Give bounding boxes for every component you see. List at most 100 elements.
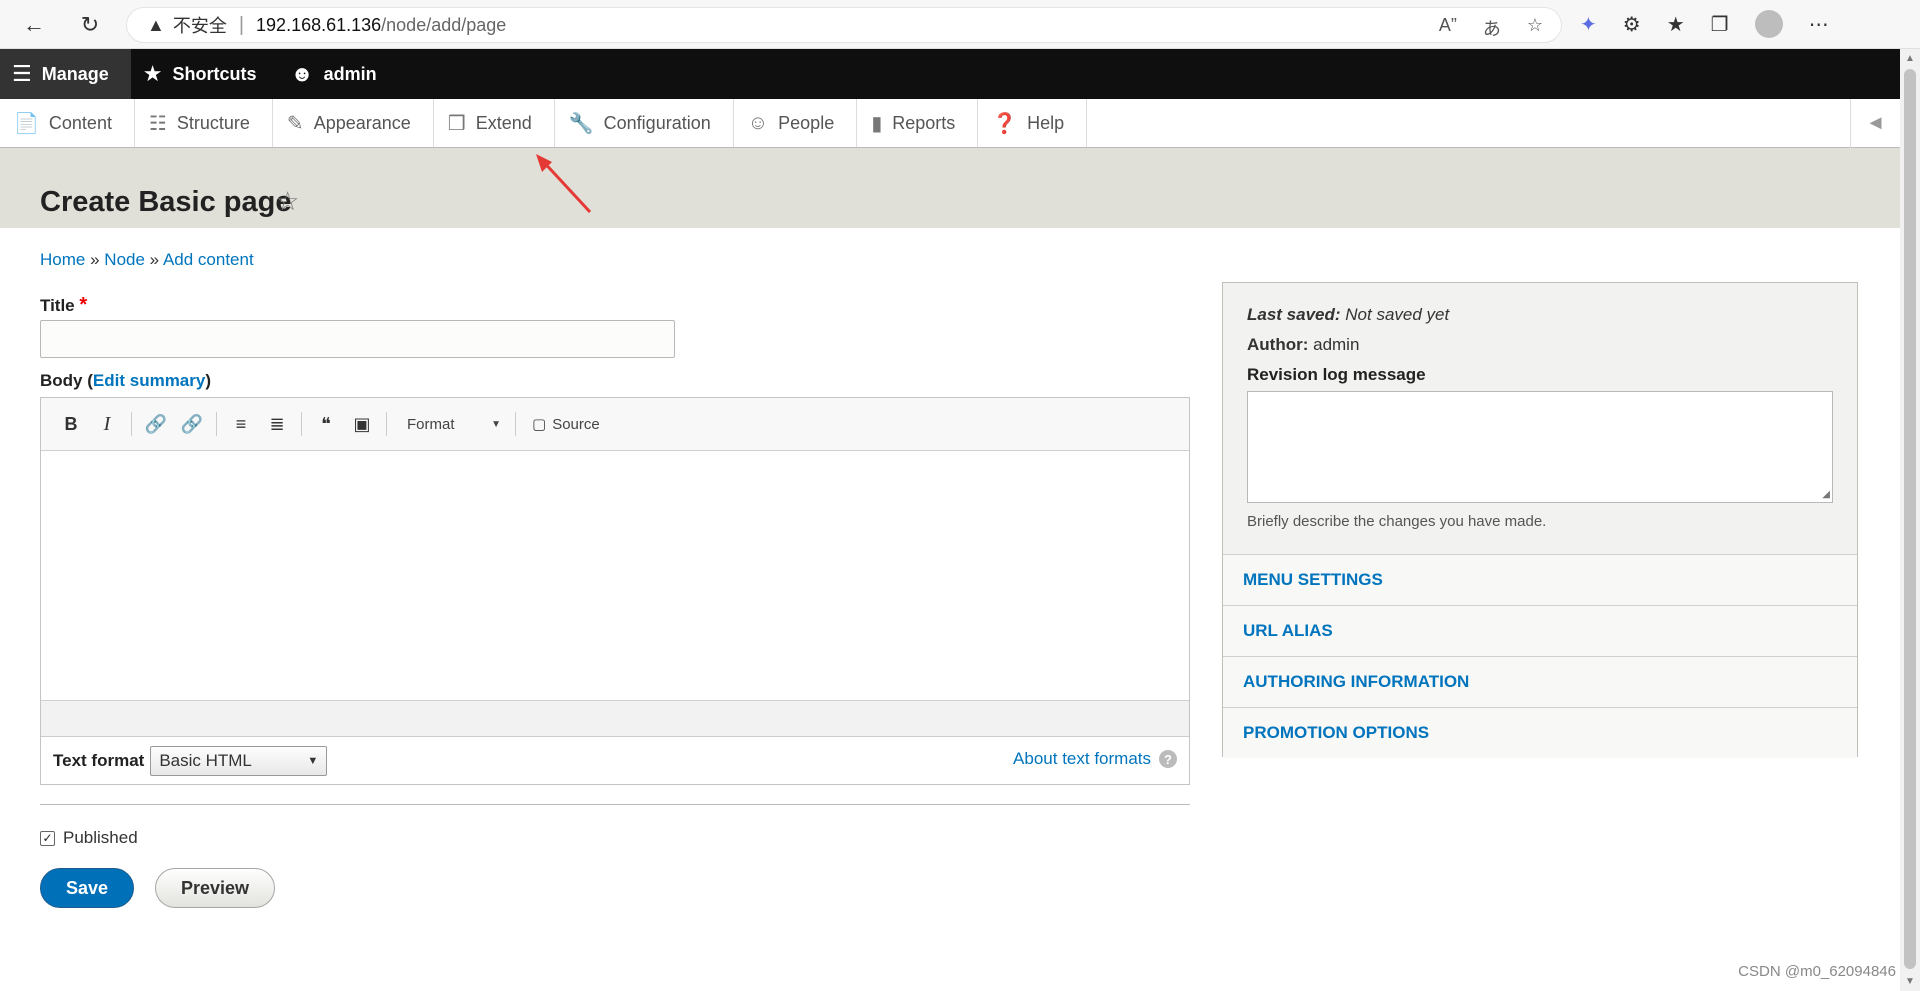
link-icon[interactable]: 🔗 [140, 408, 172, 440]
profile-avatar[interactable] [1754, 10, 1783, 38]
url-path: /node/add/page [381, 14, 507, 35]
save-button[interactable]: Save [40, 868, 134, 908]
paren-close: ) [205, 371, 212, 390]
more-menu-icon[interactable]: ⋯ [1809, 12, 1829, 37]
menu-item-label: Help [1027, 112, 1065, 133]
menu-item-extend[interactable]: ❒ Extend [434, 99, 555, 147]
puzzle-icon: ❒ [447, 112, 466, 135]
italic-button[interactable]: I [91, 408, 123, 440]
select-caret-icon: ▼ [307, 754, 319, 767]
page-title: Create Basic page [40, 186, 292, 218]
bold-button[interactable]: B [55, 408, 87, 440]
edit-summary-link[interactable]: Edit summary [93, 371, 205, 390]
author-row: Author: admin [1247, 335, 1833, 355]
format-label: Format [407, 415, 455, 433]
user-label: admin [323, 63, 377, 84]
shortcuts-tab[interactable]: ★ Shortcuts [131, 49, 279, 99]
menu-item-label: Appearance [313, 112, 411, 133]
user-tab[interactable]: ☻ admin [279, 49, 399, 99]
menu-item-label: Configuration [603, 112, 711, 133]
resize-grip-icon[interactable]: ◢ [1822, 489, 1830, 500]
breadcrumb-separator: » [90, 250, 100, 269]
title-label-text: Title [40, 296, 75, 315]
add-shortcut-star-icon[interactable]: ☆ [276, 186, 299, 217]
menu-item-configuration[interactable]: 🔧 Configuration [555, 99, 734, 147]
required-mark: * [79, 294, 88, 316]
hamburger-icon: ☰ [12, 61, 32, 86]
preview-button[interactable]: Preview [155, 868, 275, 908]
menu-item-appearance[interactable]: ✎ Appearance [273, 99, 434, 147]
toolbar-separator [131, 412, 132, 436]
extension-bird-icon[interactable]: ✦ [1580, 12, 1597, 37]
format-dropdown[interactable]: Format ▼ [395, 416, 507, 433]
menu-item-label: Content [48, 112, 112, 133]
last-saved-label: Last saved: [1247, 305, 1341, 324]
star-icon: ★ [142, 61, 163, 86]
numbered-list-icon[interactable]: ≣ [261, 408, 293, 440]
image-icon[interactable]: ▣ [346, 408, 378, 440]
meta-sidebar: Last saved: Not saved yet Author: admin … [1222, 282, 1858, 758]
breadcrumb-home[interactable]: Home [40, 250, 85, 269]
blockquote-icon[interactable]: ❝ [310, 408, 342, 440]
extensions-icon[interactable]: ⚙ [1623, 12, 1641, 37]
revision-log-textarea[interactable]: ◢ [1247, 391, 1833, 503]
address-bar[interactable]: ▲ 不安全 | 192.168.61.136/node/add/page A” … [126, 7, 1562, 43]
section-url-alias[interactable]: URL ALIAS [1223, 605, 1857, 656]
author-value: admin [1313, 335, 1360, 354]
scrollbar-thumb[interactable] [1904, 69, 1916, 969]
page-header: Create Basic page ☆ [0, 148, 1900, 228]
breadcrumb-add-content[interactable]: Add content [163, 250, 254, 269]
menu-item-content[interactable]: 📄 Content [0, 99, 135, 147]
section-menu-settings[interactable]: MENU SETTINGS [1223, 554, 1857, 605]
read-aloud-icon[interactable]: A” [1439, 15, 1457, 41]
menu-item-help[interactable]: ❓ Help [978, 99, 1088, 147]
published-checkbox[interactable]: ✓ [40, 830, 55, 846]
collapse-tray-icon[interactable]: ◄ [1850, 99, 1900, 148]
browser-actions: ✦ ⚙ ★ ❐ ⋯ [1580, 10, 1829, 38]
text-format-label: Text format [53, 750, 145, 770]
text-format-select[interactable]: Basic HTML ▼ [150, 745, 328, 776]
title-input[interactable] [40, 320, 675, 358]
watermark: CSDN @m0_62094846 [1738, 963, 1896, 980]
title-label: Title * [40, 294, 87, 317]
text-format-value: Basic HTML [159, 750, 252, 770]
published-checkbox-row[interactable]: ✓ Published [40, 828, 138, 848]
scroll-down-icon[interactable]: ▼ [1905, 976, 1915, 987]
toolbar-separator [216, 412, 217, 436]
section-promotion-options[interactable]: PROMOTION OPTIONS [1223, 707, 1857, 758]
people-icon: ☺ [747, 111, 769, 134]
file-icon: 📄 [14, 112, 39, 135]
unlink-icon[interactable]: 🔗 [176, 408, 208, 440]
bulleted-list-icon[interactable]: ≡ [225, 408, 257, 440]
collections-icon[interactable]: ❐ [1711, 12, 1729, 37]
toolbar-separator [301, 412, 302, 436]
breadcrumb-separator: » [149, 250, 160, 269]
editor-content-area[interactable] [41, 451, 1189, 701]
favorites-icon[interactable]: ★ [1667, 12, 1685, 37]
menu-item-people[interactable]: ☺ People [734, 99, 858, 147]
scroll-up-icon[interactable]: ▲ [1905, 53, 1915, 64]
menu-item-label: Structure [176, 112, 250, 133]
section-authoring-information[interactable]: AUTHORING INFORMATION [1223, 656, 1857, 707]
breadcrumb-node[interactable]: Node [104, 250, 145, 269]
back-arrow-icon[interactable]: ← [18, 9, 50, 41]
body-label: Body (Edit summary) [40, 371, 211, 391]
bar-chart-icon: ▮ [871, 112, 883, 135]
meta-info: Last saved: Not saved yet Author: admin … [1223, 283, 1857, 530]
reload-icon[interactable]: ↻ [74, 9, 106, 41]
browser-bar: ← ↻ ▲ 不安全 | 192.168.61.136/node/add/page… [0, 0, 1920, 49]
manage-tab[interactable]: ☰ Manage [0, 49, 131, 99]
menu-item-structure[interactable]: ☷ Structure [135, 99, 273, 147]
translate-icon[interactable]: あ [1483, 15, 1501, 41]
favorite-add-icon[interactable]: ☆ [1527, 15, 1543, 41]
user-icon: ☻ [290, 61, 314, 86]
page-scrollbar[interactable]: ▲ ▼ [1900, 49, 1920, 991]
revision-log-description: Briefly describe the changes you have ma… [1247, 513, 1547, 530]
about-text-formats-link[interactable]: About text formats ? [1013, 749, 1177, 769]
last-saved-value: Not saved yet [1345, 305, 1450, 324]
sidebar-sections: MENU SETTINGS URL ALIAS AUTHORING INFORM… [1223, 554, 1857, 758]
menu-item-label: Reports [892, 112, 956, 133]
menu-item-reports[interactable]: ▮ Reports [857, 99, 979, 147]
address-separator: | [238, 13, 245, 36]
source-button[interactable]: ▢ Source [524, 415, 600, 434]
